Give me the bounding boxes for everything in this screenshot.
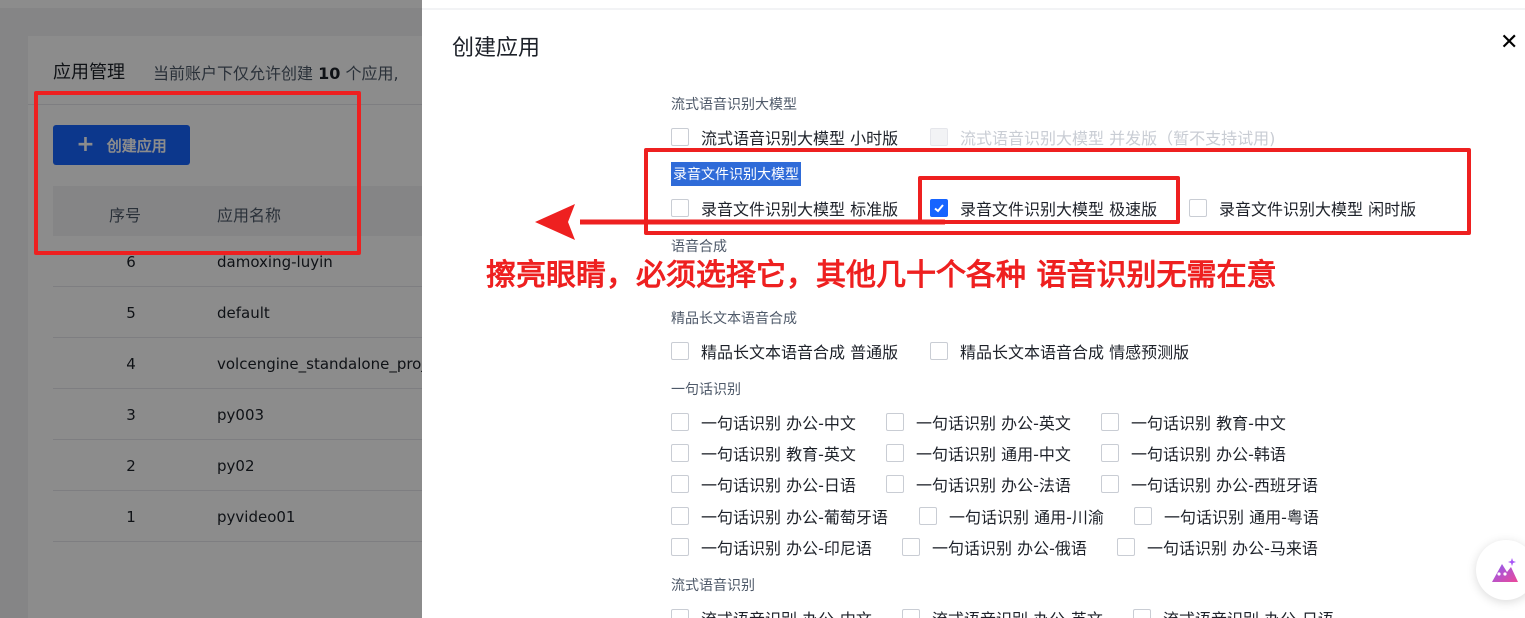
option-label: 一句话识别 办公-印尼语: [701, 539, 872, 558]
checkbox[interactable]: [671, 538, 689, 556]
checkbox[interactable]: [1134, 507, 1152, 525]
annotation-text: 擦亮眼睛，必须选择它，其他几十个各种 语音识别无需在意: [486, 258, 1277, 293]
drawer-title: 创建应用: [452, 36, 541, 61]
option-sentence[interactable]: 一句话识别 教育-英文: [671, 441, 856, 465]
checkbox[interactable]: [671, 475, 689, 493]
option-sentence[interactable]: 一句话识别 办公-法语: [886, 472, 1071, 496]
option-label: 一句话识别 办公-英文: [916, 414, 1071, 433]
option-streaming-llm-concurrent: 流式语音识别大模型 并发版（暂不支持试用): [930, 125, 1275, 149]
option-long-tts-emotion[interactable]: 精品长文本语音合成 情感预测版: [930, 339, 1189, 363]
checkbox[interactable]: [919, 507, 937, 525]
group-label-streaming: 流式语音识别: [671, 578, 755, 594]
option-label: 一句话识别 通用-川渝: [949, 508, 1104, 527]
option-label: 一句话识别 通用-粤语: [1164, 508, 1319, 527]
option-label: 一句话识别 办公-俄语: [932, 539, 1087, 558]
checkbox[interactable]: [1101, 413, 1119, 431]
option-label: 一句话识别 办公-中文: [701, 414, 856, 433]
option-sentence[interactable]: 一句话识别 办公-韩语: [1101, 441, 1286, 465]
checkbox[interactable]: [671, 609, 689, 618]
option-sentence[interactable]: 一句话识别 办公-马来语: [1117, 535, 1318, 559]
option-label: 流式语音识别大模型 并发版（暂不支持试用): [960, 129, 1276, 148]
checkbox[interactable]: [671, 128, 689, 146]
checkbox[interactable]: [1117, 538, 1135, 556]
option-sentence[interactable]: 一句话识别 办公-日语: [671, 472, 856, 496]
option-label: 流式语音识别大模型 小时版: [701, 129, 899, 148]
option-label: 流式语音识别 办公-日语: [1163, 606, 1334, 618]
option-sentence[interactable]: 一句话识别 办公-西班牙语: [1101, 472, 1318, 496]
option-label: 一句话识别 通用-中文: [916, 445, 1071, 464]
checkbox: [930, 128, 948, 146]
option-streaming[interactable]: 流式语音识别 办公-日语: [1133, 606, 1334, 618]
option-label: 一句话识别 办公-法语: [916, 476, 1071, 495]
option-label: 一句话识别 办公-马来语: [1147, 539, 1318, 558]
option-streaming-llm-hourly[interactable]: 流式语音识别大模型 小时版: [671, 125, 898, 149]
option-sentence[interactable]: 一句话识别 办公-中文: [671, 410, 856, 434]
option-label: 一句话识别 办公-西班牙语: [1131, 476, 1318, 495]
option-sentence[interactable]: 一句话识别 通用-中文: [886, 441, 1071, 465]
option-streaming[interactable]: 流式语音识别 办公-中文: [671, 606, 872, 618]
option-label: 一句话识别 办公-葡萄牙语: [701, 508, 888, 527]
checkbox[interactable]: [1101, 444, 1119, 462]
checkbox[interactable]: [886, 475, 904, 493]
checkbox[interactable]: [671, 413, 689, 431]
checkbox[interactable]: [886, 413, 904, 431]
option-long-tts-normal[interactable]: 精品长文本语音合成 普通版: [671, 339, 898, 363]
checkbox[interactable]: [902, 609, 920, 618]
option-sentence[interactable]: 一句话识别 办公-英文: [886, 410, 1071, 434]
create-app-drawer: 创建应用 ✕ 流式语音识别大模型 流式语音识别大模型 小时版 流式语音识别大模型…: [422, 10, 1525, 618]
annotation-arrow: [535, 204, 945, 240]
option-label: 一句话识别 办公-日语: [701, 476, 856, 495]
option-sentence[interactable]: 一句话识别 办公-俄语: [902, 535, 1087, 559]
checkbox[interactable]: [1101, 475, 1119, 493]
option-sentence[interactable]: 一句话识别 教育-中文: [1101, 410, 1286, 434]
option-label: 流式语音识别 办公-中文: [701, 606, 872, 618]
assistant-icon: [1492, 558, 1518, 582]
checkbox[interactable]: [902, 538, 920, 556]
checkbox[interactable]: [671, 342, 689, 360]
option-label: 精品长文本语音合成 情感预测版: [960, 343, 1190, 362]
close-icon[interactable]: ✕: [1500, 30, 1518, 55]
option-sentence[interactable]: 一句话识别 办公-葡萄牙语: [671, 504, 888, 528]
option-label: 一句话识别 教育-中文: [1131, 414, 1286, 433]
option-sentence[interactable]: 一句话识别 通用-川渝: [919, 504, 1104, 528]
checkbox[interactable]: [671, 444, 689, 462]
annotation-box-selected: [918, 176, 1180, 224]
option-sentence[interactable]: 一句话识别 办公-印尼语: [671, 535, 872, 559]
option-label: 一句话识别 教育-英文: [701, 445, 856, 464]
checkbox[interactable]: [1133, 609, 1151, 618]
checkbox[interactable]: [671, 507, 689, 525]
checkbox[interactable]: [930, 342, 948, 360]
option-streaming[interactable]: 流式语音识别 办公-英文: [902, 606, 1103, 618]
group-label-streaming-llm: 流式语音识别大模型: [671, 97, 797, 113]
option-label: 一句话识别 办公-韩语: [1131, 445, 1286, 464]
group-label-long-tts: 精品长文本语音合成: [671, 311, 797, 327]
annotation-box-left: [34, 91, 361, 255]
option-label: 精品长文本语音合成 普通版: [701, 343, 899, 362]
checkbox[interactable]: [886, 444, 904, 462]
group-label-sentence: 一句话识别: [671, 382, 741, 398]
option-sentence[interactable]: 一句话识别 通用-粤语: [1134, 504, 1319, 528]
option-label: 流式语音识别 办公-英文: [932, 606, 1103, 618]
